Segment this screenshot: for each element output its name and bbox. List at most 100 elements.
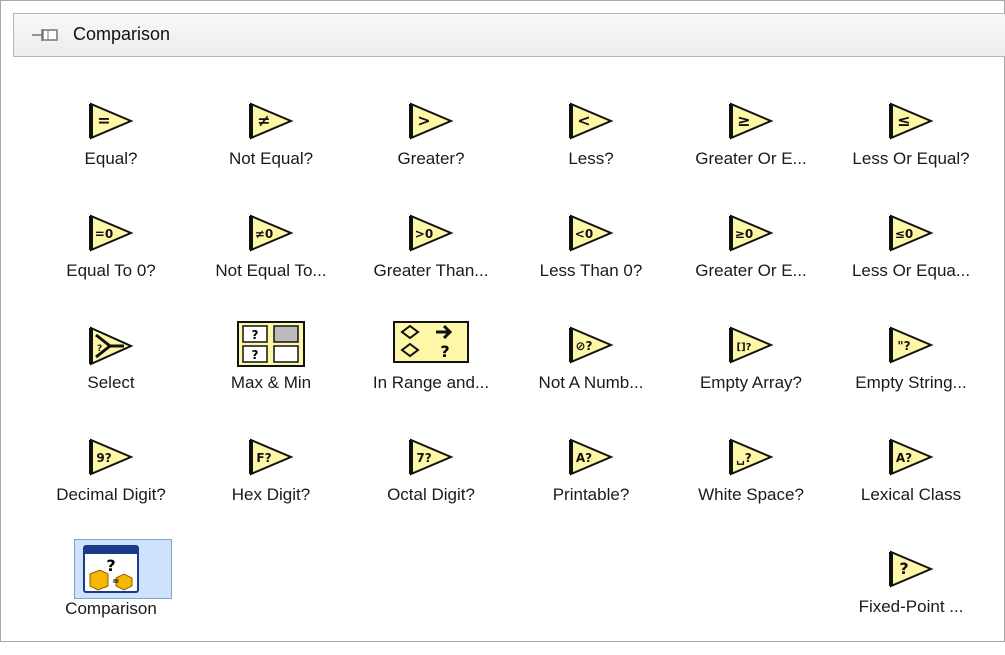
palette-item[interactable]: A? Lexical Class [836,437,986,543]
less-or-equal-zero-icon[interactable]: ≤0 [888,213,934,258]
svg-text:<: < [577,111,590,130]
palette-item-label: Fixed-Point ... [858,597,964,616]
palette-item[interactable]: 9? Decimal Digit? [36,437,186,543]
octal-digit-icon[interactable]: 7? [408,437,454,482]
white-space-icon[interactable]: ␣? [728,437,774,482]
palette-item-label: White Space? [698,485,804,504]
palette-item[interactable]: ␣? White Space? [676,437,826,543]
empty-array-icon[interactable]: []? [728,325,774,370]
less-or-equal-icon[interactable]: ≤ [888,101,934,146]
svg-text:≠0: ≠0 [255,227,273,241]
palette-item[interactable]: 7? Octal Digit? [356,437,506,543]
palette-item[interactable]: ≥ Greater Or E... [676,101,826,207]
less-than-zero-icon[interactable]: <0 [568,213,614,258]
svg-text:"?: "? [897,339,910,353]
not-equal-to-zero-icon[interactable]: ≠0 [248,213,294,258]
palette-title: Comparison [73,24,171,44]
palette-item[interactable]: = Equal? [36,101,186,207]
palette-item-label: Not Equal? [228,149,314,168]
svg-text:?: ? [252,348,259,362]
palette-item[interactable]: =0 Equal To 0? [36,213,186,319]
palette-item-label: Less? [568,149,614,168]
palette-item[interactable]: ≤ Less Or Equal? [836,101,986,207]
palette-item[interactable]: ≥0 Greater Or E... [676,213,826,319]
greater-or-equal-icon[interactable]: ≥ [728,101,774,146]
greater-than-zero-icon[interactable]: >0 [408,213,454,258]
svg-text:>0: >0 [415,227,433,241]
svg-text:?: ? [106,556,115,575]
palette-title-bar: Comparison [13,13,1005,57]
greater-or-equal-zero-icon[interactable]: ≥0 [728,213,774,258]
palette-item[interactable]: ≠0 Not Equal To... [196,213,346,319]
palette-item[interactable]: < Less? [516,101,666,207]
palette-item-label: Select [87,373,135,392]
not-a-number-icon[interactable]: ⊘? [568,325,614,370]
select-icon[interactable]: ? [88,325,134,372]
svg-text:?: ? [440,342,449,361]
palette-item-label: Empty String... [855,373,967,392]
svg-text:>: > [417,111,430,130]
fixed-point-overflow-icon[interactable]: ? [888,549,934,594]
palette-item[interactable]: ? Select [36,325,186,431]
palette-item[interactable]: ⊘? Not A Numb... [516,325,666,431]
palette-item-label: Decimal Digit? [56,485,166,504]
palette-item-label: Not A Numb... [538,373,644,392]
palette-item-label: Less Than 0? [539,261,643,280]
printable-icon[interactable]: A? [568,437,614,482]
palette-item-label: Octal Digit? [387,485,475,504]
palette-item[interactable]: []? Empty Array? [676,325,826,431]
svg-text:≥: ≥ [737,111,750,130]
palette-item-label: Printable? [552,485,630,504]
not-equal-icon[interactable]: ≠ [248,101,294,146]
svg-text:≤0: ≤0 [895,227,913,241]
svg-text:<0: <0 [575,227,593,241]
palette-item[interactable]: ≠ Not Equal? [196,101,346,207]
decimal-digit-icon[interactable]: 9? [88,437,134,482]
hex-digit-icon[interactable]: F? [248,437,294,482]
palette-item[interactable]: > Greater? [356,101,506,207]
in-range-coerce-icon[interactable]: ? [392,320,470,369]
palette-item-label: Greater? [397,149,465,168]
lexical-class-icon[interactable]: A? [888,437,934,482]
palette-item-label: Empty Array? [699,373,803,392]
svg-text:⊘?: ⊘? [575,339,592,353]
equal-icon[interactable]: = [88,101,134,146]
palette-item[interactable]: >0 Greater Than... [356,213,506,319]
palette-item-label: Less Or Equa... [851,261,971,280]
max-min-icon[interactable]: ? ? [236,320,306,373]
svg-text:=: = [112,577,120,587]
palette-item[interactable]: ≤0 Less Or Equa... [836,213,986,319]
pin-icon[interactable] [30,25,60,45]
palette-item-label: Max & Min [230,373,312,392]
palette-item-label: In Range and... [372,373,490,392]
svg-text:≤: ≤ [897,111,910,130]
svg-text:?: ? [252,328,259,342]
palette-item[interactable]: ? In Range and... [356,321,506,431]
palette-item-label: Equal? [84,149,138,168]
palette-item[interactable]: A? Printable? [516,437,666,543]
svg-text:7?: 7? [416,451,431,465]
palette-item-label: Greater Or E... [695,149,807,168]
comparison-express-icon[interactable]: ? = [82,544,140,599]
svg-text:A?: A? [896,451,912,465]
palette-item[interactable]: "? Empty String... [836,325,986,431]
palette-item-label: Equal To 0? [66,261,156,280]
greater-icon[interactable]: > [408,101,454,146]
svg-text:␣?: ␣? [736,451,752,465]
palette-item[interactable]: ? ? Max & Min [196,321,346,431]
empty-string-icon[interactable]: "? [888,325,934,370]
svg-text:F?: F? [256,451,271,465]
svg-text:A?: A? [576,451,592,465]
palette-item[interactable]: F? Hex Digit? [196,437,346,543]
equal-to-zero-icon[interactable]: =0 [88,213,134,258]
palette-item-label: Lexical Class [860,485,962,504]
palette-item-label: Hex Digit? [231,485,311,504]
palette-item-label: Greater Or E... [695,261,807,280]
palette-item-label: Not Equal To... [215,261,327,280]
svg-text:≥0: ≥0 [735,227,753,241]
palette-item[interactable]: ? Fixed-Point ... [836,549,986,655]
less-icon[interactable]: < [568,101,614,146]
palette-item[interactable]: <0 Less Than 0? [516,213,666,319]
palette-item-label: Greater Than... [373,261,489,280]
palette-item[interactable]: ? = Comparison [36,539,186,655]
